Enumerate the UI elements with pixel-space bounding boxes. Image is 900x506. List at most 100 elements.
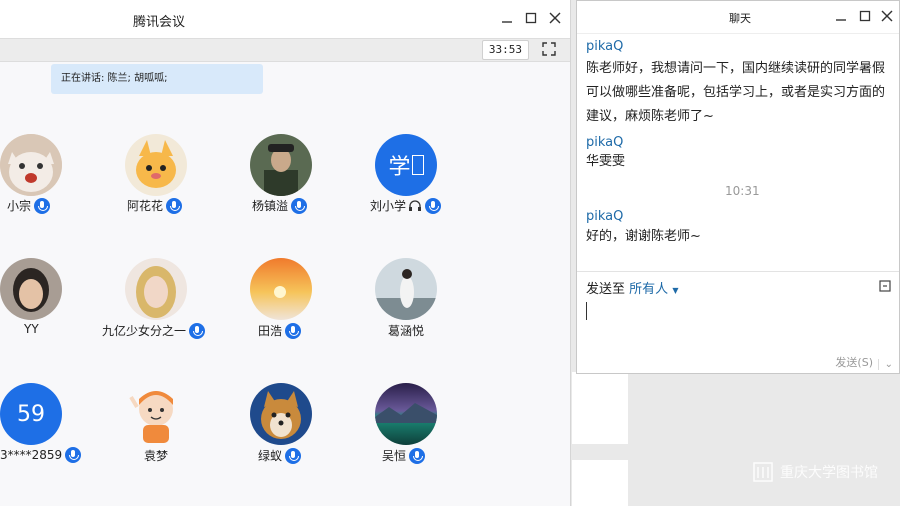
minimize-button[interactable] <box>497 8 517 28</box>
cartoon-dog-avatar-icon <box>125 134 187 196</box>
maximize-icon <box>525 12 537 24</box>
cat-avatar-icon <box>0 134 62 196</box>
photo-avatar-icon <box>250 134 312 196</box>
photo-avatar-icon <box>125 258 187 320</box>
send-options-icon[interactable]: ⌄ <box>877 359 893 370</box>
avatar[interactable] <box>250 383 312 445</box>
background-panel <box>572 372 628 444</box>
microphone-icon <box>34 197 51 214</box>
close-icon <box>549 12 561 24</box>
microphone-icon <box>425 197 442 214</box>
headset-icon <box>409 199 422 211</box>
participant-name: 绿蚁 <box>258 447 302 464</box>
participant-name: 吴恒 <box>382 447 426 464</box>
avatar[interactable] <box>0 134 62 196</box>
message-sender: pikaQ <box>586 39 624 54</box>
microphone-icon <box>285 447 302 464</box>
microphone-icon <box>285 322 302 339</box>
participant-name: 袁梦 <box>144 447 168 464</box>
speaking-indicator: 正在讲话: 陈兰; 胡呱呱; <box>51 64 263 94</box>
send-to-label: 发送至 <box>586 282 626 297</box>
library-logo-icon <box>753 462 773 482</box>
meeting-window: 腾讯会议 33:53 正在讲话: 陈兰; 胡呱呱; 小宗 阿花花 杨镇溢 学 刘… <box>0 0 571 506</box>
minimize-button[interactable] <box>831 6 851 26</box>
participant-name-label: 阿花花 <box>127 199 164 213</box>
participant-name: YY <box>24 322 39 336</box>
photo-avatar-icon <box>0 258 62 320</box>
maximize-button[interactable] <box>855 6 875 26</box>
watermark-text: 重庆大学图书馆 <box>780 465 878 481</box>
avatar[interactable] <box>375 258 437 320</box>
participant-name-label: 袁梦 <box>144 449 169 463</box>
missing-glyph-icon <box>411 155 424 175</box>
avatar[interactable] <box>250 258 312 320</box>
participant-name: 田浩 <box>258 322 302 339</box>
meeting-titlebar: 腾讯会议 <box>0 0 570 38</box>
watermark: 重庆大学图书馆 <box>752 461 878 483</box>
chat-titlebar: 聊天 <box>577 1 899 34</box>
participant-name: 3****2859 <box>0 447 82 463</box>
maximize-button[interactable] <box>521 8 541 28</box>
participant-name: 阿花花 <box>127 197 183 214</box>
maximize-icon <box>859 10 871 22</box>
message-sender: pikaQ <box>586 209 624 224</box>
message-sender: pikaQ <box>586 135 624 150</box>
message-text: 陈老师好，我想请问一下，国内继续读研的同学暑假可以做哪些准备呢，包括学习上，或者… <box>586 61 886 124</box>
close-icon <box>881 10 893 22</box>
avatar[interactable] <box>125 258 187 320</box>
screenshot-icon[interactable] <box>879 280 891 292</box>
avatar[interactable] <box>375 383 437 445</box>
send-button[interactable]: 发送(S) <box>835 354 873 370</box>
cartoon-avatar-icon <box>129 391 173 443</box>
close-button[interactable] <box>545 8 565 28</box>
avatar-initials: 学 <box>388 155 411 180</box>
send-to-selector[interactable]: 发送至 所有人 ▼ <box>586 278 678 297</box>
participant-name-label: 3****2859 <box>0 448 63 462</box>
chat-title: 聊天 <box>729 12 751 25</box>
close-button[interactable] <box>877 6 897 26</box>
participant-name-label: 吴恒 <box>382 449 407 463</box>
avatar[interactable] <box>125 134 187 196</box>
participant-name-label: 杨镇溢 <box>252 199 289 213</box>
participant-name: 葛涵悦 <box>388 322 424 339</box>
dropdown-arrow-icon[interactable]: ▼ <box>672 286 678 295</box>
minimize-icon <box>836 19 846 21</box>
participant-name-label: 绿蚁 <box>258 449 283 463</box>
participant-name-label: 刘小学 <box>370 199 407 213</box>
participant-name-label: YY <box>24 322 39 336</box>
chat-window: 聊天 pikaQ 陈老师好，我想请问一下，国内继续读研的同学暑假可以做哪些准备呢… <box>576 0 900 374</box>
participant-name: 刘小学 <box>370 197 442 214</box>
landscape-avatar-icon <box>375 383 437 445</box>
chat-compose-area: 发送至 所有人 ▼ 发送(S) ⌄ <box>577 271 899 376</box>
participant-name-label: 九亿少女分之一 <box>102 324 187 338</box>
avatar[interactable]: 59 <box>0 383 62 445</box>
message-input[interactable] <box>586 302 587 320</box>
participant-name-label: 小宗 <box>7 199 32 213</box>
avatar[interactable] <box>125 383 187 445</box>
participant-name-label: 田浩 <box>258 324 283 338</box>
microphone-icon <box>65 447 82 463</box>
message-timestamp: 10:31 <box>725 184 760 198</box>
message-text: 华雯雯 <box>586 154 626 169</box>
fullscreen-icon[interactable] <box>542 42 556 56</box>
participant-name: 九亿少女分之一 <box>102 322 206 339</box>
avatar-initials: 59 <box>17 401 45 427</box>
minimize-icon <box>502 21 512 23</box>
microphone-icon <box>189 322 206 339</box>
avatar[interactable]: 学 <box>375 134 437 196</box>
participant-name: 杨镇溢 <box>252 197 308 214</box>
message-text: 好的，谢谢陈老师~ <box>586 229 701 244</box>
microphone-icon <box>409 447 426 464</box>
send-to-target[interactable]: 所有人 <box>629 282 668 297</box>
dog-avatar-icon <box>250 383 312 445</box>
microphone-icon <box>291 197 308 214</box>
meeting-title: 腾讯会议 <box>133 15 186 30</box>
background-panel <box>572 460 628 506</box>
avatar[interactable] <box>0 258 62 320</box>
participant-name: 小宗 <box>7 197 51 214</box>
participant-name-label: 葛涵悦 <box>388 324 425 338</box>
avatar[interactable] <box>250 134 312 196</box>
sunset-avatar-icon <box>250 258 312 320</box>
microphone-icon <box>166 197 183 214</box>
beach-avatar-icon <box>375 258 437 320</box>
